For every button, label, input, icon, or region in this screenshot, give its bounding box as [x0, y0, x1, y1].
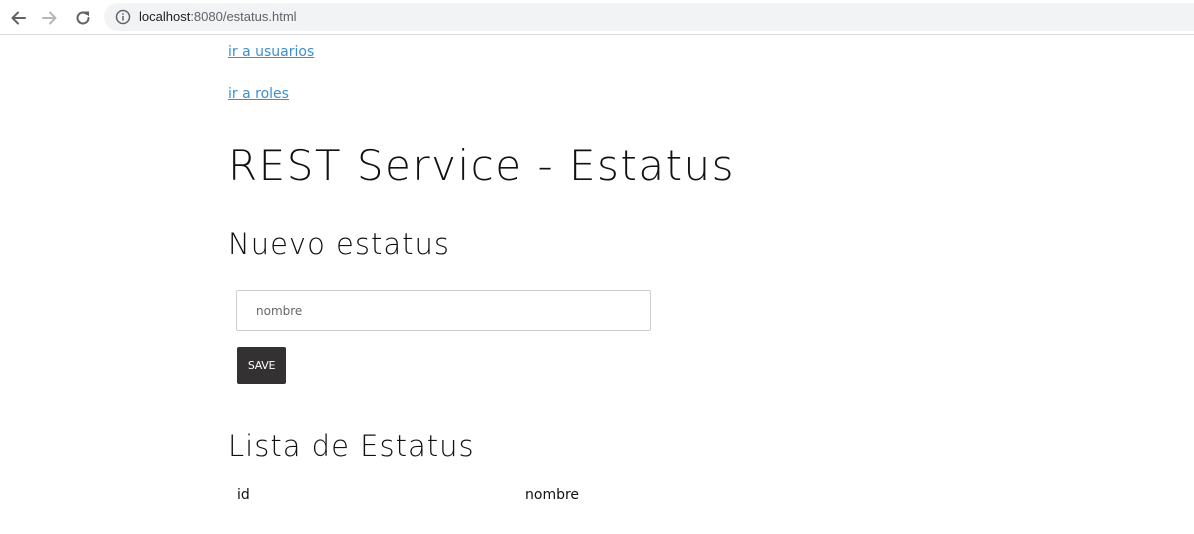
reload-button[interactable]: [71, 6, 95, 30]
status-table-header: id nombre: [237, 487, 797, 507]
arrow-left-icon: [11, 11, 26, 25]
url-text[interactable]: localhost:8080/estatus.html: [139, 8, 297, 26]
column-header-id: id: [237, 487, 250, 503]
status-list-heading: Lista de Estatus: [228, 429, 475, 463]
column-header-nombre: nombre: [525, 487, 580, 503]
save-button[interactable]: SAVE: [237, 347, 286, 384]
page-title: REST Service - Estatus: [228, 141, 736, 190]
browser-toolbar: localhost:8080/estatus.html: [0, 0, 1194, 35]
back-button[interactable]: [6, 6, 30, 30]
arrow-right-icon: [42, 11, 57, 25]
new-status-heading: Nuevo estatus: [228, 227, 450, 261]
reload-icon: [76, 11, 90, 25]
forward-button[interactable]: [38, 6, 62, 30]
url-path: :8080/estatus.html: [190, 9, 297, 24]
info-icon[interactable]: [115, 9, 131, 25]
link-usuarios[interactable]: ir a usuarios: [228, 44, 314, 60]
address-bar[interactable]: localhost:8080/estatus.html: [104, 3, 1194, 31]
nombre-input[interactable]: [236, 290, 651, 331]
link-roles[interactable]: ir a roles: [228, 86, 289, 102]
url-host: localhost: [139, 9, 191, 24]
